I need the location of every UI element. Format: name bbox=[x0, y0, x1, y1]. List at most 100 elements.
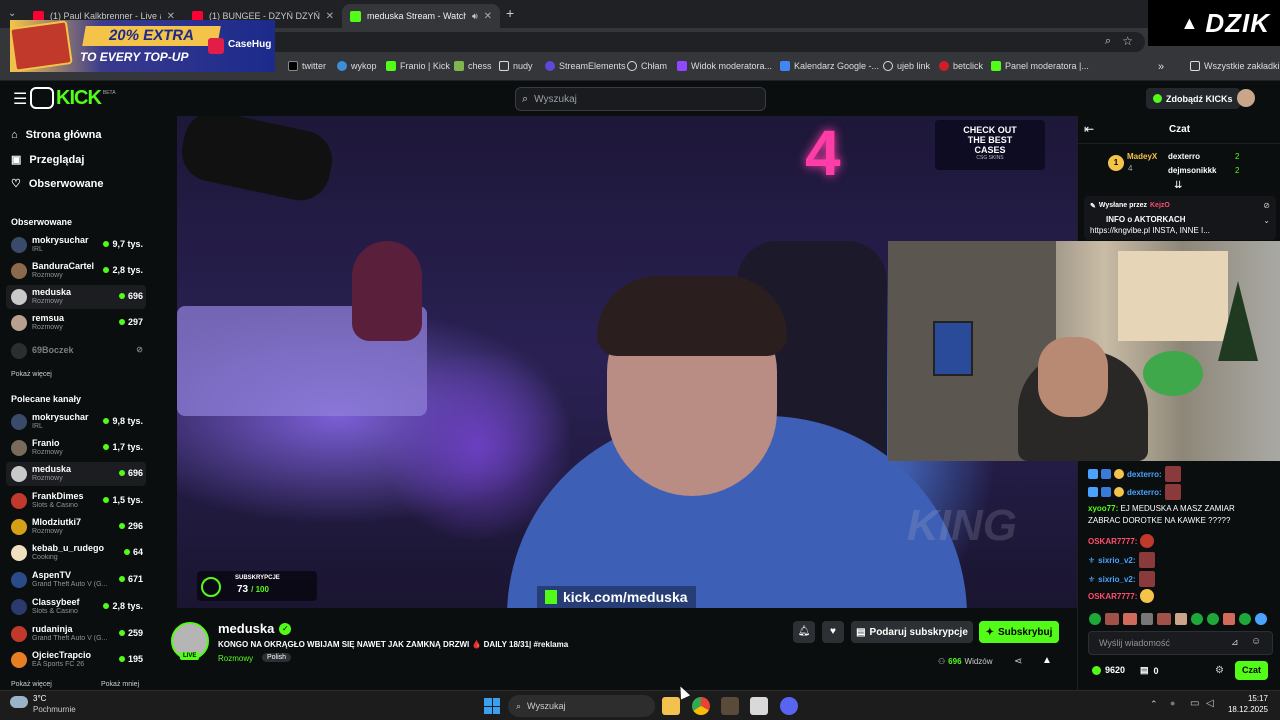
unpin-icon[interactable]: ⊘ bbox=[1263, 201, 1270, 210]
chat-username[interactable]: sixrio_v2: bbox=[1098, 556, 1135, 565]
kick-logo[interactable]: KICK BETA bbox=[30, 86, 116, 110]
recommended-channel-franio[interactable]: Franio Rozmowy 1,7 tys. bbox=[6, 436, 146, 460]
notification-bell-button[interactable]: 🔔︎ bbox=[793, 621, 815, 643]
browser-tab-3[interactable]: meduska Stream - Watch Li 🔊︎ ✕ bbox=[342, 4, 500, 28]
recommended-channel-mlodziutki7[interactable]: Mlodziutki7 Rozmowy 296 bbox=[6, 515, 146, 539]
emote-icon[interactable] bbox=[1123, 613, 1137, 625]
menu-icon[interactable]: ☰ bbox=[13, 89, 27, 109]
new-tab-button[interactable]: + bbox=[506, 5, 514, 21]
recommended-channel-rudaninja[interactable]: rudaninja Grand Theft Auto V (G... 259 bbox=[6, 622, 146, 646]
gifts-count[interactable]: ▤ 0 bbox=[1140, 665, 1159, 676]
nav-browse[interactable]: ▣ Przeglądaj bbox=[11, 153, 84, 167]
chat-input[interactable]: Wyślij wiadomość ⊿ ☺ bbox=[1088, 631, 1273, 655]
chat-username[interactable]: dexterro: bbox=[1127, 470, 1162, 479]
report-icon[interactable]: ▲ bbox=[1042, 655, 1052, 666]
stream-category[interactable]: Rozmowy bbox=[218, 654, 253, 663]
get-kicks-button[interactable]: Zdobądź KICKs bbox=[1146, 88, 1240, 109]
discord-icon[interactable] bbox=[780, 697, 798, 715]
windows-start-icon[interactable] bbox=[484, 698, 500, 714]
emote-icon[interactable] bbox=[1191, 613, 1203, 625]
chat-username[interactable]: sixrio_v2: bbox=[1098, 575, 1135, 584]
emote-icon[interactable] bbox=[1089, 613, 1101, 625]
followed-channel-remsua[interactable]: remsua Rozmowy 297 bbox=[6, 311, 146, 335]
nav-home[interactable]: ⌂ Strona główna bbox=[11, 129, 101, 141]
bookmark-item[interactable]: Chłam bbox=[627, 61, 667, 71]
weather-desc[interactable]: Pochmurnie bbox=[33, 705, 76, 714]
chat-username[interactable]: OSKAR7777: bbox=[1088, 537, 1137, 546]
chat-username[interactable]: OSKAR7777: bbox=[1088, 592, 1137, 601]
share-icon[interactable]: ⋖ bbox=[1014, 656, 1022, 667]
chat-message[interactable]: xyoo77: EJ MEDUSKA A MASZ ZAMIAR ZABRAC … bbox=[1088, 503, 1268, 527]
chevron-down-icon[interactable]: ⌄ bbox=[1263, 216, 1270, 225]
tab-search-icon[interactable]: ⌄ bbox=[8, 8, 16, 19]
taskbar-search-input[interactable]: ⌕ Wyszukaj bbox=[508, 695, 655, 717]
follow-heart-button[interactable]: ♥ bbox=[822, 621, 844, 643]
mic-icon[interactable]: ● bbox=[1170, 698, 1175, 708]
recommended-channel-kebab-u-rudego[interactable]: kebab_u_rudego Cooking 64 bbox=[6, 541, 146, 565]
bookmark-item[interactable]: chess bbox=[454, 61, 492, 71]
show-more-followed[interactable]: Pokaż więcej bbox=[11, 371, 52, 378]
settings-gear-icon[interactable]: ⚙ bbox=[1215, 665, 1224, 676]
bookmark-item[interactable]: StreamElements bbox=[545, 61, 626, 71]
search-input[interactable]: ⌕ Wyszukaj bbox=[515, 87, 766, 111]
bookmark-item[interactable]: twitter bbox=[288, 61, 326, 71]
expand-leaderboard-icon[interactable]: ⇊ bbox=[1174, 180, 1182, 191]
emote-icon[interactable] bbox=[1175, 613, 1187, 625]
recommended-channel-meduska[interactable]: meduska Rozmowy 696 bbox=[6, 462, 146, 486]
bookmark-item[interactable]: Kalendarz Google -... bbox=[780, 61, 879, 71]
streamer-name[interactable]: meduska bbox=[218, 621, 274, 636]
bookmark-item[interactable]: ujeb link bbox=[883, 61, 930, 71]
volume-icon[interactable]: ◁ bbox=[1206, 698, 1214, 709]
user-avatar[interactable] bbox=[1237, 89, 1255, 107]
stream-tag[interactable]: Polish bbox=[262, 653, 292, 662]
star-icon[interactable]: ☆ bbox=[1122, 34, 1133, 48]
bookmark-item[interactable]: nudy bbox=[499, 61, 533, 71]
bookmark-item[interactable]: Panel moderatora |... bbox=[991, 61, 1089, 71]
recommended-channel-classybeef[interactable]: Classybeef Slots & Casino 2,8 tys. bbox=[6, 595, 146, 619]
bookmark-item[interactable]: wykop bbox=[337, 61, 377, 71]
recommended-channel-mokrysuchar[interactable]: mokrysuchar IRL 9,8 tys. bbox=[6, 410, 146, 434]
network-icon[interactable]: ▭ bbox=[1190, 698, 1199, 709]
emote-icon[interactable] bbox=[1157, 613, 1171, 625]
game-app-icon[interactable] bbox=[721, 697, 739, 715]
speaker-icon[interactable]: 🔊︎ bbox=[472, 11, 478, 22]
nav-following[interactable]: ♡ Obserwowane bbox=[11, 177, 103, 191]
omnibox[interactable]: ⌕ ☆ bbox=[265, 32, 1145, 52]
followed-channel-banduracartel[interactable]: BanduraCartel Rozmowy 2,8 tys. bbox=[6, 259, 146, 283]
clock-time[interactable]: 15:17 bbox=[1228, 694, 1268, 703]
chat-message[interactable]: ⚜ sixrio_v2: bbox=[1088, 552, 1155, 568]
close-icon[interactable]: ✕ bbox=[484, 11, 492, 22]
more-bookmarks-button[interactable]: » bbox=[1158, 61, 1164, 73]
emoji-icon[interactable]: ☺ bbox=[1251, 636, 1261, 647]
chat-username[interactable]: dexterro: bbox=[1127, 488, 1162, 497]
kicks-balance[interactable]: 9620 bbox=[1092, 665, 1125, 675]
bookmark-item[interactable]: betclick bbox=[939, 61, 983, 71]
csgoskins-promo[interactable]: CHECK OUT THE BEST CASES CSG SKINS bbox=[935, 120, 1045, 170]
chat-username[interactable]: xyoo77: bbox=[1088, 504, 1118, 513]
show-more-recommended[interactable]: Pokaż więcej bbox=[11, 681, 52, 688]
kick-emote-icon[interactable]: ⊿ bbox=[1231, 637, 1239, 648]
pip-video-overlay[interactable] bbox=[888, 241, 1280, 461]
recommended-channel-aspentv[interactable]: AspenTV Grand Theft Auto V (G... 671 bbox=[6, 568, 146, 592]
recommended-channel-frankdimes[interactable]: FrankDimes Slots & Casino 1,5 tys. bbox=[6, 489, 146, 513]
chat-message[interactable]: OSKAR7777: bbox=[1088, 589, 1155, 603]
close-icon[interactable]: ✕ bbox=[326, 11, 334, 22]
app-icon[interactable] bbox=[750, 697, 768, 715]
emote-icon[interactable] bbox=[1223, 613, 1235, 625]
casehug-ad-banner[interactable]: 20% EXTRA TO EVERY TOP-UP CaseHug bbox=[10, 20, 275, 72]
followed-channel-mokrysuchar[interactable]: mokrysuchar IRL 9,7 tys. bbox=[6, 233, 146, 257]
subscribe-button[interactable]: ✦ Subskrybuj bbox=[979, 621, 1059, 643]
chevron-up-icon[interactable]: ⌃ bbox=[1150, 699, 1158, 710]
emote-icon[interactable] bbox=[1105, 613, 1119, 625]
emote-icon[interactable] bbox=[1255, 613, 1267, 625]
bookmark-item[interactable]: Franio | Kick bbox=[386, 61, 450, 71]
followed-channel-meduska[interactable]: meduska Rozmowy 696 bbox=[6, 285, 146, 309]
clock-date[interactable]: 18.12.2025 bbox=[1220, 705, 1268, 714]
emote-icon[interactable] bbox=[1207, 613, 1219, 625]
send-chat-button[interactable]: Czat bbox=[1235, 661, 1268, 680]
emote-icon[interactable] bbox=[1141, 613, 1153, 625]
chat-message[interactable]: dexterro: bbox=[1088, 466, 1181, 482]
chat-message[interactable]: OSKAR7777: bbox=[1088, 534, 1155, 548]
gift-subs-button[interactable]: ▤ Podaruj subskrypcje bbox=[851, 621, 973, 643]
bookmark-item[interactable]: Widok moderatora... bbox=[677, 61, 772, 71]
